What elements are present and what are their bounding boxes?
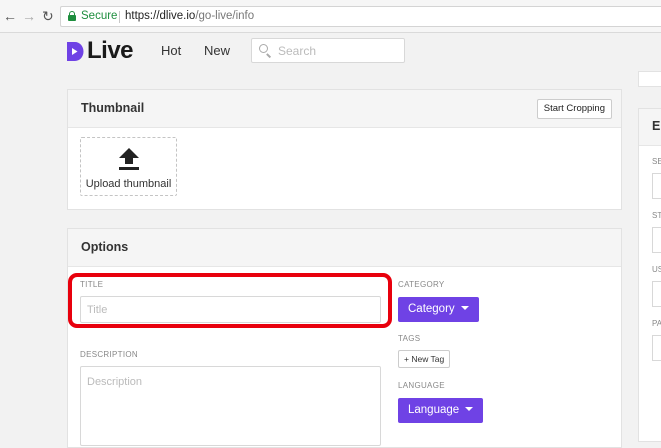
nav-hot[interactable]: Hot bbox=[161, 43, 181, 58]
address-bar[interactable]: Secure https://dlive.io/go-live/info bbox=[60, 6, 661, 27]
search-icon bbox=[259, 44, 268, 53]
right-label-4: PA bbox=[652, 319, 661, 328]
lock-icon bbox=[68, 11, 76, 21]
description-label: DESCRIPTION bbox=[80, 350, 138, 359]
thumbnail-panel-header: Thumbnail Start Cropping bbox=[68, 90, 621, 128]
language-label: LANGUAGE bbox=[398, 381, 445, 390]
chevron-down-icon bbox=[460, 305, 469, 310]
address-separator bbox=[119, 11, 120, 23]
logo-text: Live bbox=[87, 37, 134, 64]
title-input[interactable] bbox=[80, 296, 381, 323]
thumbnail-title: Thumbnail bbox=[81, 101, 145, 115]
right-input-4[interactable] bbox=[652, 335, 661, 361]
chevron-down-icon bbox=[465, 406, 474, 411]
description-textarea[interactable] bbox=[80, 366, 381, 446]
upload-thumbnail-label: Upload thumbnail bbox=[85, 178, 172, 190]
options-panel-header: Options bbox=[68, 229, 621, 267]
dlive-d-icon bbox=[67, 42, 84, 61]
new-tag-button[interactable]: + New Tag bbox=[398, 350, 451, 368]
right-input-2[interactable] bbox=[652, 227, 661, 253]
search-input[interactable] bbox=[278, 42, 398, 59]
right-side-panel: E SE ST US PA bbox=[638, 108, 661, 442]
right-input-1[interactable] bbox=[652, 173, 661, 199]
back-arrow-icon[interactable]: ← bbox=[3, 8, 17, 24]
upload-icon bbox=[119, 148, 139, 170]
forward-arrow-icon[interactable]: → bbox=[22, 8, 36, 24]
right-label-3: US bbox=[652, 265, 661, 274]
tags-label: TAGS bbox=[398, 334, 421, 343]
right-panel-title: E bbox=[652, 119, 661, 133]
category-label: CATEGORY bbox=[398, 280, 445, 289]
options-title: Options bbox=[81, 240, 129, 254]
secure-label: Secure bbox=[81, 10, 118, 22]
upload-thumbnail-button[interactable]: Upload thumbnail bbox=[80, 137, 177, 196]
category-dropdown-button[interactable]: Category bbox=[398, 297, 479, 322]
start-cropping-button[interactable]: Start Cropping bbox=[536, 99, 612, 119]
reload-icon[interactable]: ↻ bbox=[42, 8, 54, 24]
right-input-3[interactable] bbox=[652, 281, 661, 307]
browser-toolbar: ← → ↻ Secure https://dlive.io/go-live/in… bbox=[0, 0, 661, 33]
thumbnail-panel: Thumbnail Start Cropping Upload thumbnai… bbox=[67, 89, 622, 210]
title-label: TITLE bbox=[80, 280, 104, 289]
url-text: https://dlive.io/go-live/info bbox=[125, 10, 255, 22]
nav-new[interactable]: New bbox=[204, 43, 230, 58]
right-label-2: ST bbox=[652, 211, 661, 220]
language-dropdown-button[interactable]: Language bbox=[398, 398, 484, 423]
search-box[interactable] bbox=[251, 38, 405, 63]
right-top-panel-edge bbox=[638, 71, 661, 87]
right-panel-header: E bbox=[639, 109, 661, 146]
right-label-1: SE bbox=[652, 157, 661, 166]
site-header: Live Hot New bbox=[0, 33, 661, 71]
